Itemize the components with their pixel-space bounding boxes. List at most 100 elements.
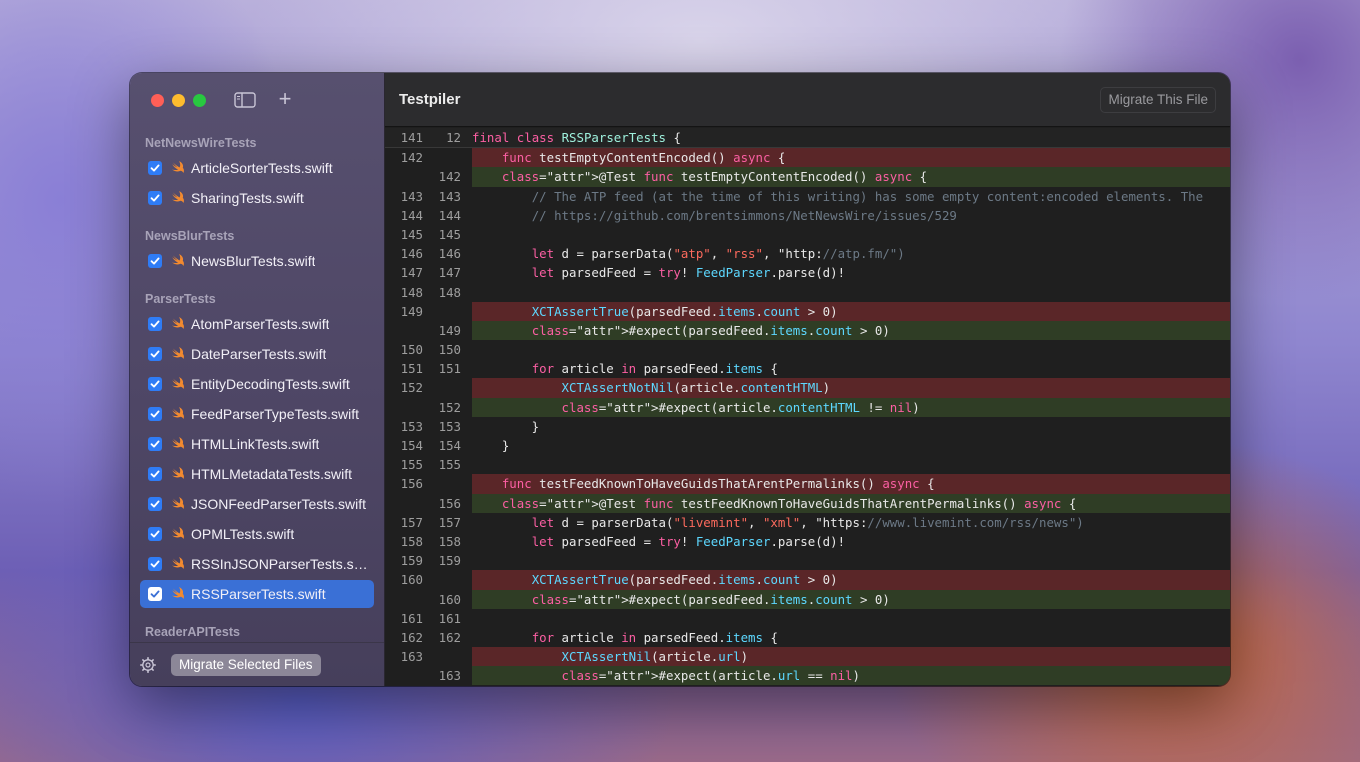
old-line-number: 150 <box>400 342 423 358</box>
file-name: HTMLLinkTests.swift <box>191 436 320 452</box>
code-line: 147 147 let parsedFeed = try! FeedParser.… <box>385 263 1230 282</box>
checkmark-icon[interactable] <box>148 557 162 571</box>
code-line: 163 class="attr">#expect(article.url == … <box>385 666 1230 686</box>
file-name: AtomParserTests.swift <box>191 316 330 332</box>
line-number-gutter: 160 <box>385 589 472 609</box>
old-line-number: 143 <box>400 188 423 204</box>
checkmark-icon[interactable] <box>148 497 162 511</box>
file-item[interactable]: SharingTests.swift <box>140 184 374 212</box>
old-line-number <box>385 666 423 685</box>
swift-icon <box>172 587 184 599</box>
file-name: OPMLTests.swift <box>191 526 295 542</box>
new-line-number: 142 <box>438 169 461 185</box>
new-line-number: 152 <box>438 399 461 415</box>
file-item[interactable]: EntityDecodingTests.swift <box>140 370 374 398</box>
diff-view[interactable]: 141 12 final class RSSParserTests {142 fun… <box>385 128 1230 686</box>
file-item[interactable]: HTMLMetadataTests.swift <box>140 460 374 488</box>
file-name: EntityDecodingTests.swift <box>191 376 350 392</box>
swift-icon <box>172 407 184 419</box>
file-item[interactable]: NewsBlurTests.swift <box>140 247 374 275</box>
minimize-window-button[interactable] <box>172 94 185 107</box>
file-item[interactable]: JSONFeedParserTests.swift <box>140 490 374 518</box>
file-item[interactable]: RSSParserTests.swift <box>140 580 374 608</box>
code-line: 161 161 <box>385 609 1230 628</box>
line-number-gutter: 160 <box>385 570 472 590</box>
file-item[interactable]: AtomParserTests.swift <box>140 310 374 338</box>
toolbar: Testpiler Migrate This File <box>385 73 1230 127</box>
line-number-gutter: 155 155 <box>385 455 472 474</box>
swift-icon <box>172 377 184 389</box>
checkmark-icon[interactable] <box>148 527 162 541</box>
code-line: 159 159 <box>385 551 1230 570</box>
plus-icon[interactable]: + <box>276 88 294 110</box>
swift-icon <box>172 497 184 509</box>
line-number-gutter: 156 <box>385 474 472 494</box>
code-text: XCTAssertNotNil(article.contentHTML) <box>561 380 831 396</box>
line-number-gutter: 150 150 <box>385 340 472 359</box>
code-text: func testFeedKnownToHaveGuidsThatArentPe… <box>501 476 935 492</box>
old-line-number: 142 <box>400 150 423 166</box>
migrate-this-file-button[interactable]: Migrate This File <box>1100 86 1216 113</box>
checkmark-icon[interactable] <box>148 407 162 421</box>
checkmark-icon[interactable] <box>148 317 162 331</box>
checkmark-icon[interactable] <box>148 437 162 451</box>
swift-icon <box>172 317 184 329</box>
file-item[interactable]: FeedParserTypeTests.swift <box>140 400 374 428</box>
code-line: 146 146 let d = parserData("atp", "rss", … <box>385 244 1230 263</box>
old-line-number: 145 <box>400 226 423 242</box>
file-name: JSONFeedParserTests.swift <box>191 496 367 512</box>
swift-icon <box>172 347 184 359</box>
new-line-number: 12 <box>446 130 461 145</box>
file-item[interactable]: ArticleSorterTests.swift <box>140 154 374 182</box>
old-line-number: 148 <box>400 284 423 300</box>
file-name: RSSInJSONParserTests.swift <box>191 556 369 572</box>
new-line-number <box>423 647 461 666</box>
code-text: final class RSSParserTests { <box>472 130 681 145</box>
gear-icon[interactable] <box>140 656 156 673</box>
group-title: ParserTests <box>145 292 216 306</box>
migrate-selected-files-button[interactable]: Migrate Selected Files <box>171 653 321 676</box>
sidebar-toggle-icon[interactable] <box>234 92 256 108</box>
new-line-number: 148 <box>438 284 461 300</box>
code-text: class="attr">@Test func testFeedKnownToH… <box>501 495 1077 511</box>
code-line: 152 class="attr">#expect(article.content… <box>385 397 1230 417</box>
file-name: RSSParserTests.swift <box>191 586 326 602</box>
swift-icon <box>172 557 184 569</box>
old-line-number: 159 <box>400 553 423 569</box>
checkmark-icon[interactable] <box>148 587 162 601</box>
old-line-number: 160 <box>400 572 423 588</box>
code-line: 142 func testEmptyContentEncoded() async… <box>385 148 1230 168</box>
code-text: XCTAssertTrue(parsedFeed.items.count > 0… <box>531 572 838 588</box>
close-window-button[interactable] <box>151 94 164 107</box>
checkmark-icon[interactable] <box>148 347 162 361</box>
file-name: ArticleSorterTests.swift <box>191 160 333 176</box>
checkmark-icon[interactable] <box>148 161 162 175</box>
old-line-number: 156 <box>400 476 423 492</box>
window-controls <box>151 94 206 107</box>
new-line-number: 147 <box>438 265 461 281</box>
checkmark-icon[interactable] <box>148 377 162 391</box>
code-line: 141 12 final class RSSParserTests { <box>385 128 1230 149</box>
line-number-gutter: 143 143 <box>385 187 472 206</box>
file-item[interactable]: OPMLTests.swift <box>140 520 374 548</box>
swift-icon <box>172 527 184 539</box>
zoom-window-button[interactable] <box>193 94 206 107</box>
file-item[interactable]: HTMLLinkTests.swift <box>140 430 374 458</box>
old-line-number: 162 <box>400 629 423 645</box>
new-line-number: 158 <box>438 533 461 549</box>
sidebar-footer: Migrate Selected Files <box>130 642 384 686</box>
file-item[interactable]: RSSInJSONParserTests.swift <box>140 550 374 578</box>
line-number-gutter: 156 <box>385 493 472 513</box>
code-text: class="attr">#expect(parsedFeed.items.co… <box>531 591 890 607</box>
checkmark-icon[interactable] <box>148 254 162 268</box>
checkmark-icon[interactable] <box>148 467 162 481</box>
file-name: DateParserTests.swift <box>191 346 327 362</box>
old-line-number: 153 <box>400 418 423 434</box>
checkmark-icon[interactable] <box>148 191 162 205</box>
file-item[interactable]: DateParserTests.swift <box>140 340 374 368</box>
